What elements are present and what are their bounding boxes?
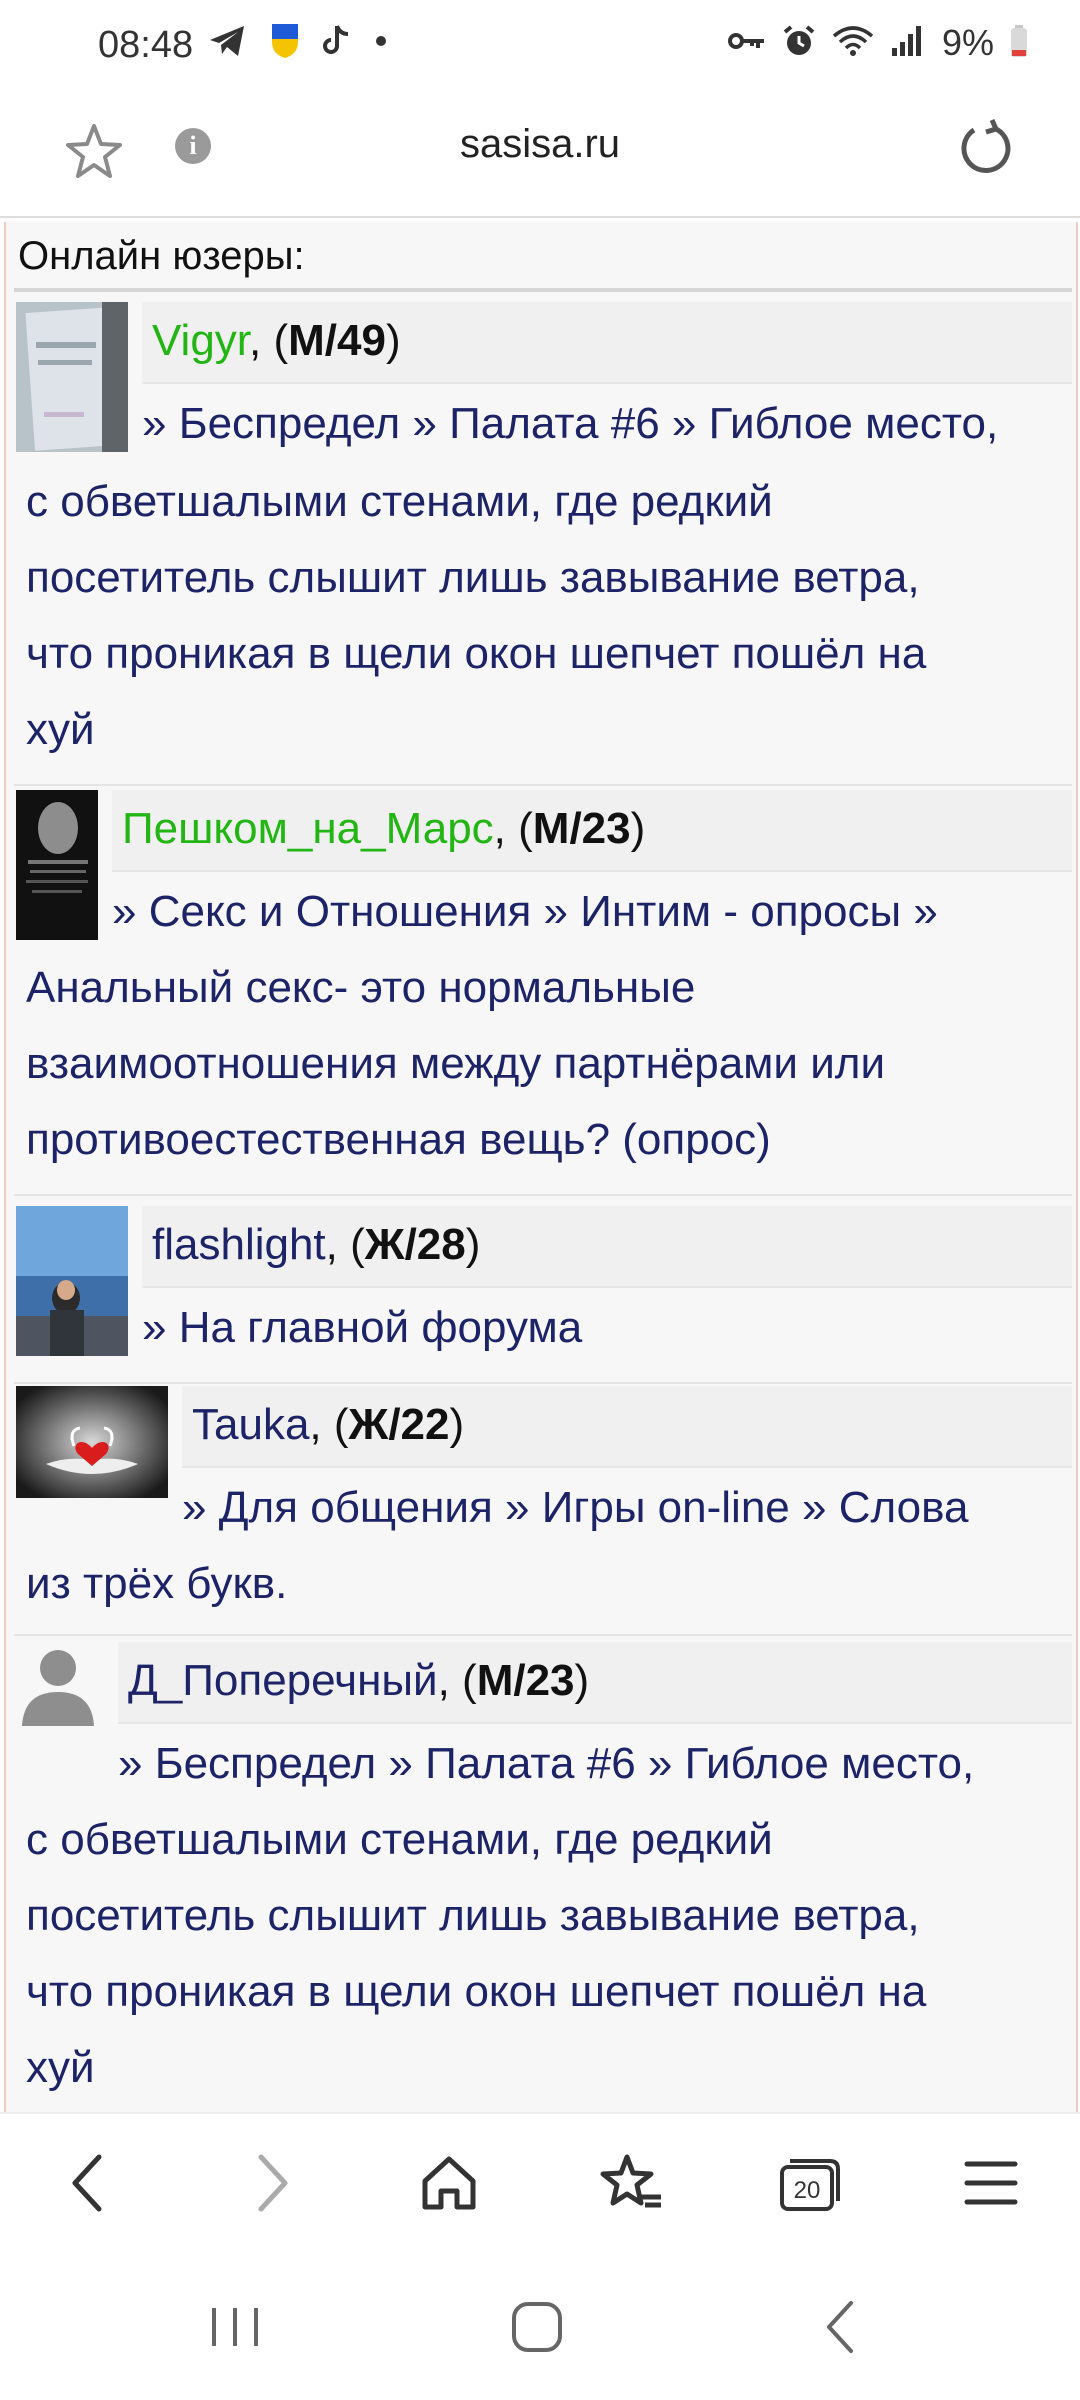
location-line: что проникая в щели окон шепчет пошёл на bbox=[26, 1967, 927, 2016]
location-line: с обветшалыми стенами, где редкий bbox=[26, 477, 773, 526]
section-title: Онлайн юзеры: bbox=[18, 234, 305, 278]
location-text: » Секс и Отношения » Интим - опросы » bbox=[112, 887, 938, 936]
wifi-icon bbox=[832, 24, 874, 63]
user-location[interactable]: » На главной форума bbox=[142, 1290, 1072, 1366]
divider bbox=[14, 784, 1072, 786]
alarm-icon bbox=[782, 24, 816, 63]
battery-icon bbox=[1010, 24, 1028, 63]
location-line: из трёх букв. bbox=[26, 1559, 288, 1608]
divider bbox=[0, 216, 1080, 218]
location-line: с обветшалыми стенами, где редкий bbox=[26, 1815, 773, 1864]
key-icon bbox=[727, 29, 766, 58]
location-text: » На главной форума bbox=[142, 1303, 583, 1352]
user-gender: М bbox=[532, 804, 570, 853]
menu-icon[interactable] bbox=[956, 2148, 1026, 2218]
reload-icon[interactable] bbox=[952, 116, 1016, 185]
user-header: Д_Поперечный, (М/23) bbox=[118, 1642, 1072, 1724]
location-line: посетитель слышит лишь завывание ветра, bbox=[26, 553, 920, 602]
location-line: посетитель слышит лишь завывание ветра, bbox=[26, 1891, 920, 1940]
user-age: 23 bbox=[525, 1656, 575, 1705]
user-header: Пешком_на_Марс, (М/23) bbox=[112, 790, 1072, 872]
user-name-line: Tauka, (Ж/22) bbox=[192, 1400, 465, 1449]
user-avatar[interactable] bbox=[16, 1386, 168, 1498]
user-name-link[interactable]: Д_Поперечный bbox=[128, 1656, 438, 1705]
recents-icon[interactable] bbox=[200, 2292, 270, 2362]
location-line: хуй bbox=[26, 705, 95, 754]
user-name-line: Пешком_на_Марс, (М/23) bbox=[122, 804, 646, 853]
status-time: 08:48 bbox=[98, 24, 194, 66]
user-header: flashlight, (Ж/28) bbox=[142, 1206, 1072, 1288]
back-icon[interactable] bbox=[52, 2148, 122, 2218]
bookmarks-icon[interactable] bbox=[596, 2148, 666, 2218]
user-location-continued[interactable]: из трёх букв. bbox=[26, 1546, 1066, 1622]
user-gender: Ж bbox=[348, 1400, 389, 1449]
user-header: Vigyr, (М/49) bbox=[142, 302, 1072, 384]
user-location[interactable]: » Секс и Отношения » Интим - опросы » bbox=[112, 874, 1072, 950]
user-gender: М bbox=[476, 1656, 514, 1705]
user-age: 49 bbox=[337, 316, 386, 365]
browser-toolbar: 20 bbox=[0, 2112, 1080, 2250]
user-location-continued[interactable]: Анальный секс- это нормальные взаимоотно… bbox=[26, 950, 1066, 1178]
online-users-panel: Онлайн юзеры: Vigyr, (М/49) » Беспредел … bbox=[4, 222, 1078, 2112]
divider bbox=[14, 1382, 1072, 1384]
divider bbox=[14, 288, 1072, 292]
url-text[interactable]: sasisa.ru bbox=[0, 122, 1080, 167]
tabs-count: 20 bbox=[794, 2177, 821, 2204]
user-location-continued[interactable]: с обветшалыми стенами, где редкий посети… bbox=[26, 1802, 1066, 2106]
status-bar: 08:48 9% bbox=[0, 0, 1080, 96]
user-name-link[interactable]: Пешком_на_Марс bbox=[122, 804, 494, 853]
user-location[interactable]: » Беспредел » Палата #6 » Гиблое место, bbox=[118, 1726, 1072, 1802]
user-row: flashlight, (Ж/28) » На главной форума bbox=[14, 1206, 1072, 1378]
ukraine-shield-icon bbox=[270, 22, 300, 65]
signal-icon bbox=[890, 24, 926, 63]
system-navigation-bar bbox=[0, 2248, 1080, 2400]
telegram-icon bbox=[208, 23, 248, 64]
browser-address-bar: i sasisa.ru bbox=[0, 96, 1080, 216]
tabs-icon[interactable]: 20 bbox=[775, 2148, 845, 2218]
divider bbox=[14, 1194, 1072, 1196]
user-row: Пешком_на_Марс, (М/23) » Секс и Отношени… bbox=[14, 790, 1072, 1200]
user-gender: Ж bbox=[364, 1220, 405, 1269]
user-avatar[interactable] bbox=[16, 1206, 128, 1356]
user-location[interactable]: » Беспредел » Палата #6 » Гиблое место, bbox=[142, 386, 1072, 462]
user-location-continued[interactable]: с обветшалыми стенами, где редкий посети… bbox=[26, 464, 1066, 768]
location-line: противоестественная вещь? (опрос) bbox=[26, 1115, 771, 1164]
home-icon[interactable] bbox=[414, 2148, 484, 2218]
tiktok-icon bbox=[322, 24, 352, 63]
notification-icons bbox=[208, 22, 388, 65]
user-row: Д_Поперечный, (М/23) » Беспредел » Палат… bbox=[14, 1642, 1072, 2112]
user-row: Vigyr, (М/49) » Беспредел » Палата #6 » … bbox=[14, 302, 1072, 786]
location-line: что проникая в щели окон шепчет пошёл на bbox=[26, 629, 927, 678]
user-name-line: flashlight, (Ж/28) bbox=[152, 1220, 481, 1269]
user-location[interactable]: » Для общения » Игры on-line » Слова bbox=[182, 1470, 1072, 1546]
location-text: » Беспредел » Палата #6 » Гиблое место, bbox=[118, 1739, 975, 1788]
user-name-line: Д_Поперечный, (М/23) bbox=[128, 1656, 590, 1705]
user-gender: М bbox=[288, 316, 325, 365]
user-name-line: Vigyr, (М/49) bbox=[152, 316, 401, 365]
battery-percent: 9% bbox=[941, 22, 994, 63]
location-text: » Беспредел » Палата #6 » Гиблое место, bbox=[142, 399, 999, 448]
user-name-link[interactable]: Vigyr bbox=[152, 316, 249, 365]
divider bbox=[14, 1634, 1072, 1636]
location-text: » Для общения » Игры on-line » Слова bbox=[182, 1483, 969, 1532]
user-age: 28 bbox=[416, 1220, 466, 1269]
user-avatar[interactable] bbox=[16, 790, 98, 940]
location-line: Анальный секс- это нормальные bbox=[26, 963, 696, 1012]
forward-icon[interactable] bbox=[238, 2148, 308, 2218]
user-age: 22 bbox=[400, 1400, 450, 1449]
user-name-link[interactable]: flashlight bbox=[152, 1220, 326, 1269]
user-avatar[interactable] bbox=[16, 1642, 100, 1726]
location-line: взаимоотношения между партнёрами или bbox=[26, 1039, 886, 1088]
location-line: хуй bbox=[26, 2043, 95, 2092]
user-name-link[interactable]: Tauka bbox=[192, 1400, 309, 1449]
home-nav-icon[interactable] bbox=[502, 2292, 572, 2362]
user-age: 23 bbox=[581, 804, 631, 853]
user-row: Tauka, (Ж/22) » Для общения » Игры on-li… bbox=[14, 1386, 1072, 1642]
back-nav-icon[interactable] bbox=[806, 2292, 876, 2362]
user-header: Tauka, (Ж/22) bbox=[182, 1386, 1072, 1468]
system-icons: 9% bbox=[727, 22, 1028, 64]
dot-icon bbox=[374, 34, 388, 53]
user-avatar[interactable] bbox=[16, 302, 128, 452]
